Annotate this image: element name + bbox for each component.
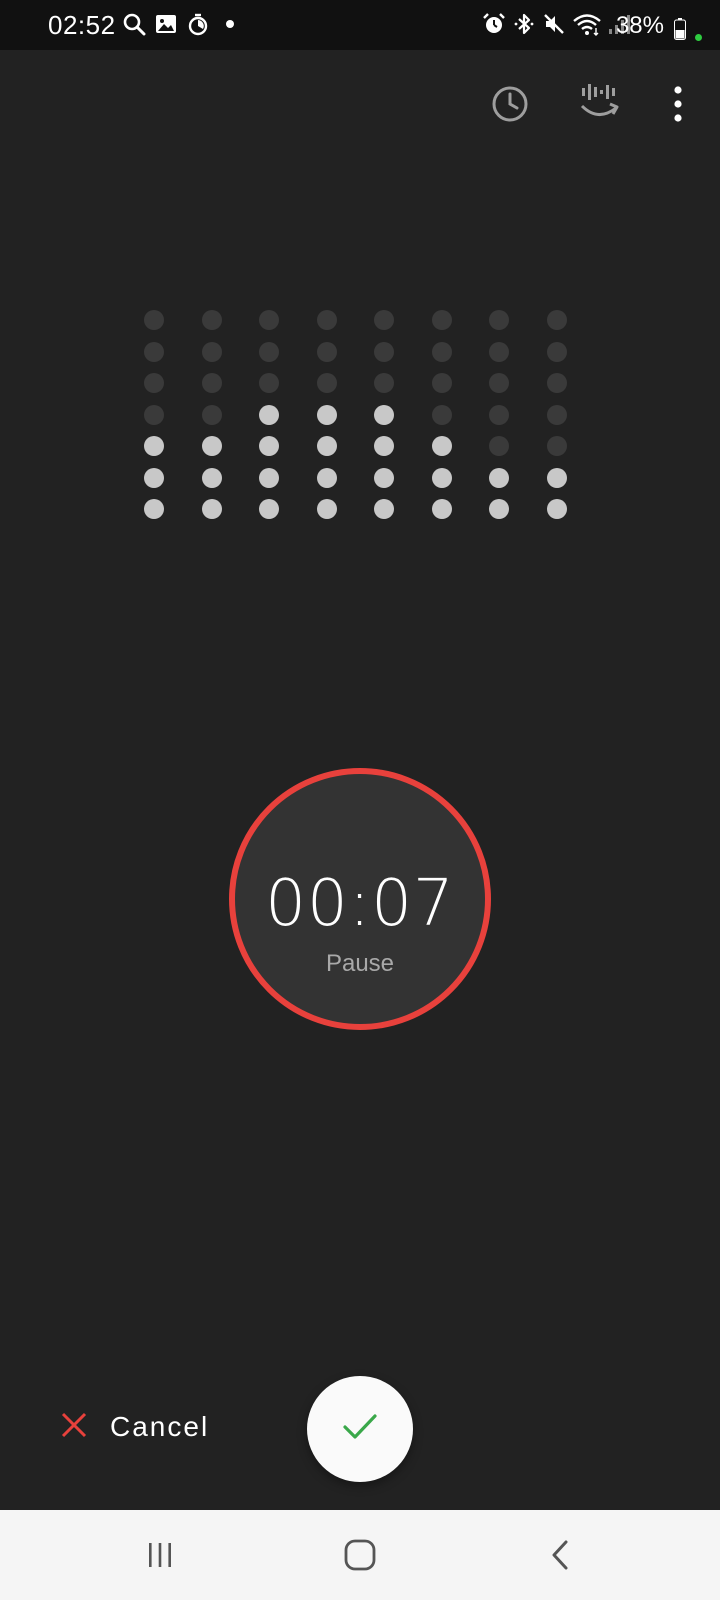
home-icon[interactable] xyxy=(330,1530,390,1580)
pause-label: Pause xyxy=(325,950,395,977)
level-dot-active xyxy=(489,499,509,519)
history-clock-icon[interactable] xyxy=(486,80,534,128)
level-dot-inactive xyxy=(317,310,337,330)
level-dot-inactive xyxy=(259,373,279,393)
elapsed-time: 00:07 xyxy=(265,867,455,941)
search-icon xyxy=(122,12,146,41)
level-dot-active xyxy=(144,436,164,456)
mute-icon xyxy=(542,12,566,41)
save-recording-button[interactable] xyxy=(307,1376,413,1482)
close-icon xyxy=(60,1411,88,1444)
level-dot-active xyxy=(374,499,394,519)
notification-dot-icon xyxy=(218,12,242,41)
level-dot-active xyxy=(432,468,452,488)
pause-record-button[interactable]: 00:07 Pause xyxy=(229,768,491,1030)
level-dot-inactive xyxy=(489,342,509,362)
level-dot-inactive xyxy=(202,373,222,393)
battery-icon xyxy=(674,18,686,40)
level-dot-active xyxy=(259,468,279,488)
level-dot-inactive xyxy=(547,405,567,425)
level-dot-active xyxy=(432,436,452,456)
level-dot-active xyxy=(317,436,337,456)
level-dot-inactive xyxy=(202,342,222,362)
level-dot-inactive xyxy=(259,342,279,362)
wifi-icon xyxy=(572,12,602,41)
level-dot-inactive xyxy=(202,405,222,425)
level-dot-inactive xyxy=(259,310,279,330)
level-dot-active xyxy=(547,499,567,519)
level-dot-active xyxy=(259,499,279,519)
level-dot-active xyxy=(547,468,567,488)
bluetooth-icon xyxy=(512,12,536,41)
level-dot-inactive xyxy=(374,342,394,362)
level-dot-inactive xyxy=(432,405,452,425)
level-dot-inactive xyxy=(144,405,164,425)
level-dot-inactive xyxy=(374,373,394,393)
gallery-icon xyxy=(154,12,178,41)
privacy-indicator-dot xyxy=(695,34,702,41)
level-dot-active xyxy=(202,436,222,456)
level-dot-inactive xyxy=(547,310,567,330)
status-bar: 02:52 38% xyxy=(0,0,720,50)
level-dot-active xyxy=(259,405,279,425)
alarm-icon xyxy=(482,12,506,41)
level-dot-inactive xyxy=(144,342,164,362)
level-dot-inactive xyxy=(317,373,337,393)
level-dot-inactive xyxy=(489,405,509,425)
level-dot-inactive xyxy=(202,310,222,330)
level-dot-active xyxy=(317,468,337,488)
level-dot-inactive xyxy=(432,342,452,362)
status-left-icons xyxy=(122,12,242,41)
level-dot-active xyxy=(317,499,337,519)
check-icon xyxy=(342,1412,378,1447)
recent-apps-icon[interactable] xyxy=(130,1530,190,1580)
more-options-icon[interactable] xyxy=(654,80,702,128)
level-dot-active xyxy=(144,468,164,488)
level-dot-active xyxy=(432,499,452,519)
cancel-label: Cancel xyxy=(110,1411,210,1442)
level-dot-inactive xyxy=(432,310,452,330)
status-right-icons xyxy=(482,12,630,41)
level-dot-active xyxy=(374,436,394,456)
status-time: 02:52 xyxy=(48,10,116,40)
voice-recorder-screen: 02:52 38% 00:07 Pause Cancel xyxy=(0,0,720,1600)
level-dot-active xyxy=(317,405,337,425)
cancel-button[interactable]: Cancel xyxy=(60,1402,209,1452)
level-dot-active xyxy=(489,468,509,488)
level-dot-active xyxy=(202,499,222,519)
battery-percentage: 38% xyxy=(615,12,664,39)
audio-level-meter xyxy=(140,310,580,535)
level-dot-inactive xyxy=(144,310,164,330)
level-dot-inactive xyxy=(547,342,567,362)
level-dot-active xyxy=(374,468,394,488)
level-dot-inactive xyxy=(432,373,452,393)
level-dot-inactive xyxy=(489,310,509,330)
level-dot-inactive xyxy=(144,373,164,393)
level-dot-active xyxy=(144,499,164,519)
level-dot-inactive xyxy=(547,436,567,456)
level-dot-active xyxy=(374,405,394,425)
level-dot-inactive xyxy=(374,310,394,330)
level-dot-inactive xyxy=(489,373,509,393)
back-icon[interactable] xyxy=(530,1530,590,1580)
system-navigation-bar xyxy=(0,1510,720,1600)
timer-icon xyxy=(186,12,210,41)
voice-to-text-icon[interactable] xyxy=(576,80,624,128)
level-dot-active xyxy=(259,436,279,456)
level-dot-inactive xyxy=(547,373,567,393)
level-dot-inactive xyxy=(317,342,337,362)
level-dot-inactive xyxy=(489,436,509,456)
level-dot-active xyxy=(202,468,222,488)
